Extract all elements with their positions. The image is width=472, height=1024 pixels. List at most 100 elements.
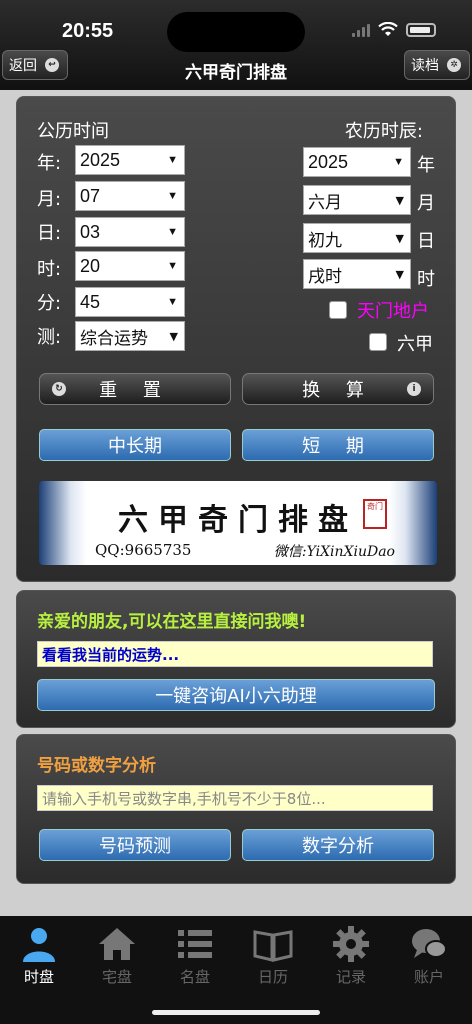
number-heading: 号码或数字分析 [37,756,156,776]
time-form-panel: 公历时间 农历时辰: 年: 2025 ▼ 月: 07 ▼ 日: 03 ▼ 时: 20 ▼… [16,96,456,582]
status-time: 20:55 [62,20,114,42]
lunar-month-unit: 月 [417,193,435,214]
tab-zhaipan[interactable]: 宅盘 [78,922,156,992]
dropdown-arrow-icon: ▼ [169,330,178,343]
top-bar: 20:55 返回 ↩ 六甲奇门排盘 读档 ✲ [0,0,472,90]
year-label: 年: [37,153,62,174]
lunar-year-value: 2025 [308,151,349,172]
tab-bar: 时盘 宅盘 名盘 日历 记录 账户 [0,916,472,1024]
page-title: 六甲奇门排盘 [185,63,287,83]
banner-qq: QQ:9665735 [95,541,192,559]
tab-rili[interactable]: 日历 [234,922,312,992]
tianmen-label: 天门地户 [357,301,429,322]
tab-label: 时盘 [23,968,54,986]
tab-label: 账户 [413,968,444,986]
month-value: 07 [80,185,101,206]
list-icon [178,930,212,958]
day-select[interactable]: 03 ▼ [75,217,185,247]
number-panel: 号码或数字分析 请输入手机号或数字串,手机号不少于8位... 号码预测 数字分析 [16,734,456,884]
gear-icon: ✲ [447,58,461,72]
month-label: 月: [37,189,62,210]
tab-zhanghu[interactable]: 账户 [390,922,468,992]
day-value: 03 [80,221,101,242]
tab-label: 日历 [257,968,288,986]
lunar-day-select[interactable]: 初九 ▼ [303,223,411,253]
signal-icon [352,23,370,37]
minute-value: 45 [80,291,101,312]
test-type-value: 综合运势 [80,328,148,349]
tab-label: 记录 [335,968,366,986]
dynamic-island [167,12,305,52]
year-select[interactable]: 2025 ▼ [75,145,185,175]
tianmen-checkbox[interactable] [329,301,347,319]
dropdown-arrow-icon: ▼ [167,296,178,308]
minute-label: 分: [37,293,62,314]
ai-question-input[interactable]: 看看我当前的运势... [37,641,433,667]
lunar-hour-select[interactable]: 戌时 ▼ [303,259,411,289]
ai-heading: 亲爱的朋友,可以在这里直接问我噢! [37,612,307,632]
tab-label: 名盘 [179,968,210,986]
short-term-button[interactable]: 短 期 [242,429,434,461]
dropdown-arrow-icon: ▼ [395,194,404,207]
dropdown-arrow-icon: ▼ [167,154,178,166]
hour-value: 20 [80,255,101,276]
chat-icon [412,929,447,958]
hour-select[interactable]: 20 ▼ [75,251,185,281]
dropdown-arrow-icon: ▼ [167,260,178,272]
test-label: 测: [37,327,62,348]
tab-mingpan[interactable]: 名盘 [156,922,234,992]
liujia-checkbox[interactable] [369,333,387,351]
load-button[interactable]: 读档 ✲ [404,50,470,80]
reset-button[interactable]: ↻ 重 置 [39,373,231,405]
lunar-hour-unit: 时 [417,269,435,290]
status-icons [352,22,436,37]
number-input[interactable]: 请输入手机号或数字串,手机号不少于8位... [37,785,433,811]
brand-banner: 六甲奇门排盘 奇门 QQ:9665735 微信:YiXinXiuDao [39,481,437,565]
info-icon: i [407,382,421,396]
convert-button[interactable]: 换 算 i [242,373,434,405]
number-predict-button[interactable]: 号码预测 [39,829,231,861]
tab-label: 宅盘 [101,968,132,986]
lunar-year-select[interactable]: 2025 ▼ [303,147,411,177]
dropdown-arrow-icon: ▼ [393,156,404,168]
seal-stamp: 奇门 [363,499,387,529]
lunar-day-value: 初九 [308,230,342,251]
solar-title: 公历时间 [37,121,109,142]
lunar-month-value: 六月 [308,192,342,213]
lunar-title: 农历时辰: [344,121,423,142]
tab-jilu[interactable]: 记录 [312,922,390,992]
tab-shipan[interactable]: 时盘 [0,922,78,992]
number-analyze-button[interactable]: 数字分析 [242,829,434,861]
liujia-label: 六甲 [397,334,433,355]
day-label: 日: [37,223,62,244]
lunar-year-unit: 年 [417,155,435,176]
house-icon [99,928,135,960]
book-icon [253,930,293,962]
lunar-hour-value: 戌时 [308,266,342,287]
lunar-month-select[interactable]: 六月 ▼ [303,185,411,215]
wifi-icon [378,22,398,36]
hour-label: 时: [37,259,62,280]
ai-consult-button[interactable]: 一键咨询AI小六助理 [37,679,435,711]
long-term-button[interactable]: 中长期 [39,429,231,461]
person-icon [23,928,55,962]
battery-icon [406,22,436,37]
dropdown-arrow-icon: ▼ [395,268,404,281]
gear-icon [333,926,369,962]
home-indicator [152,1010,320,1015]
year-value: 2025 [80,149,121,170]
dropdown-arrow-icon: ▼ [395,232,404,245]
screen: 20:55 返回 ↩ 六甲奇门排盘 读档 ✲ 公历时间 农历时辰: 年: 202… [0,0,472,1024]
ai-panel: 亲爱的朋友,可以在这里直接问我噢! 看看我当前的运势... 一键咨询AI小六助理 [16,590,456,728]
convert-label: 换 算 [302,380,374,401]
banner-wechat: 微信:YiXinXiuDao [273,544,395,560]
dropdown-arrow-icon: ▼ [167,190,178,202]
minute-select[interactable]: 45 ▼ [75,287,185,317]
refresh-icon: ↻ [52,382,66,396]
month-select[interactable]: 07 ▼ [75,181,185,211]
reset-label: 重 置 [99,380,171,401]
dropdown-arrow-icon: ▼ [167,226,178,238]
test-type-select[interactable]: 综合运势 ▼ [75,321,185,351]
lunar-day-unit: 日 [417,231,435,252]
load-label: 读档 [411,58,439,74]
